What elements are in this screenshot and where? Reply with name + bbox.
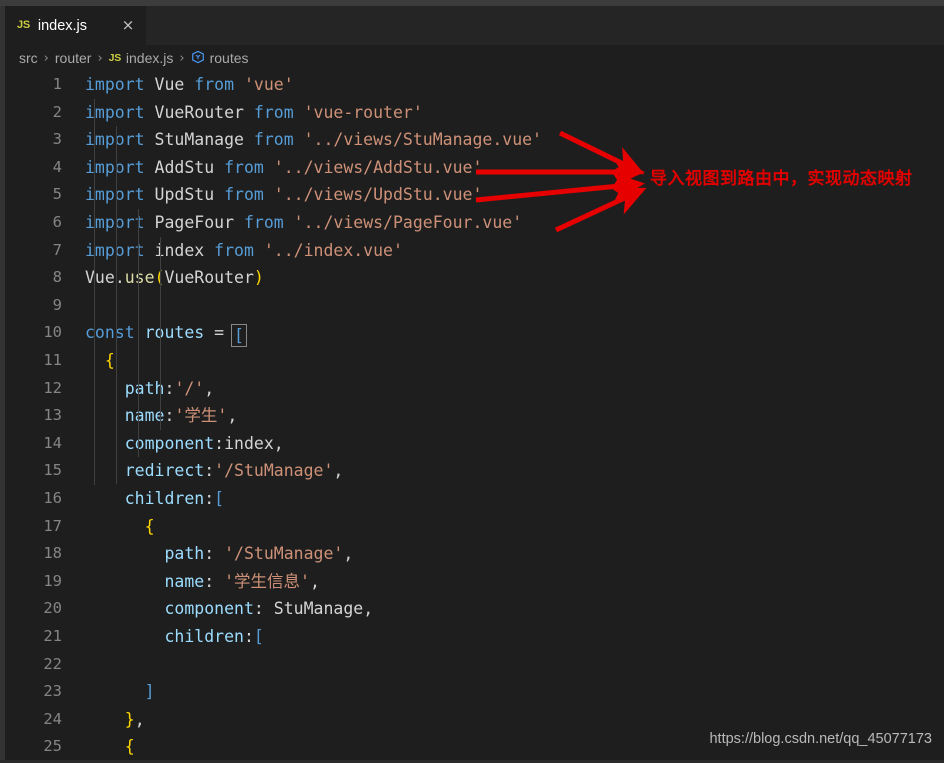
code-line[interactable]: 11 { xyxy=(5,347,944,375)
line-number: 11 xyxy=(43,351,62,369)
line-content: import index from '../index.vue' xyxy=(85,240,403,260)
line-content: import AddStu from '../views/AddStu.vue' xyxy=(85,157,483,177)
line-content: { xyxy=(104,351,115,370)
code-line[interactable]: 16 children:[ xyxy=(5,485,944,513)
code-line[interactable]: 12 path:'/', xyxy=(5,375,944,403)
line-content: path: '/StuManage', xyxy=(164,544,354,564)
js-file-icon: JS xyxy=(17,19,30,31)
code-line[interactable]: 24 }, xyxy=(5,706,944,734)
line-content: import UpdStu from '../views/UpdStu.vue' xyxy=(85,185,483,205)
line-number: 12 xyxy=(43,378,62,397)
code-line[interactable]: 6 import PageFour from '../views/PageFour… xyxy=(5,209,944,237)
line-number: 13 xyxy=(43,406,62,425)
line-number: 16 xyxy=(43,489,62,507)
line-content: import VueRouter from 'vue-router' xyxy=(85,102,423,122)
watermark: https://blog.csdn.net/qq_45077173 xyxy=(709,731,932,747)
annotation-text: 导入视图到路由中，实现动态映射 xyxy=(650,169,913,189)
code-line[interactable]: 7 import index from '../index.vue' xyxy=(5,237,944,265)
line-number: 5 xyxy=(52,185,62,204)
line-number: 22 xyxy=(43,654,62,673)
tab-label: index.js xyxy=(37,17,88,34)
breadcrumb-item-routes[interactable]: routes xyxy=(210,50,249,66)
line-number: 24 xyxy=(43,709,62,728)
code-line[interactable]: 20 component: StuManage, xyxy=(5,595,944,623)
line-number: 4 xyxy=(52,157,62,176)
line-content: path:'/', xyxy=(124,378,215,398)
line-number: 14 xyxy=(43,433,62,452)
line-content: }, xyxy=(124,709,145,729)
code-line[interactable]: 23 ] xyxy=(5,678,944,706)
line-number: 2 xyxy=(52,102,62,121)
code-line[interactable]: 22 xyxy=(5,651,944,679)
line-content: children:[ xyxy=(164,627,264,646)
code-line[interactable]: 15 redirect:'/StuManage', xyxy=(5,457,944,485)
line-content: name:'学生', xyxy=(124,406,238,426)
line-content: name: '学生信息', xyxy=(164,571,320,591)
breadcrumb-item-index-js[interactable]: index.js xyxy=(126,50,173,66)
line-content: { xyxy=(144,516,155,536)
line-number: 25 xyxy=(43,737,62,756)
line-number: 21 xyxy=(43,627,62,645)
code-line[interactable]: 3 import StuManage from '../views/StuMana… xyxy=(5,126,944,154)
code-line[interactable]: 17 { xyxy=(5,513,944,541)
line-number: 6 xyxy=(52,213,62,231)
indent-guide xyxy=(160,237,161,430)
line-number: 20 xyxy=(43,599,62,618)
line-number: 19 xyxy=(43,571,62,590)
line-content: const routes = [ xyxy=(85,319,247,348)
code-line[interactable]: 19 name: '学生信息', xyxy=(5,568,944,596)
line-number: 15 xyxy=(43,461,62,480)
line-content: ] xyxy=(144,682,155,702)
symbol-variable-icon xyxy=(191,50,205,66)
line-number: 7 xyxy=(52,240,62,259)
indent-guide xyxy=(138,209,139,457)
close-icon[interactable]: × xyxy=(120,18,136,33)
code-line[interactable]: 10 const routes = [ xyxy=(5,319,944,348)
code-line[interactable]: 21 children:[ xyxy=(5,623,944,651)
js-file-icon: JS xyxy=(108,52,122,64)
breadcrumb: src › router › JS index.js › routes xyxy=(5,45,944,71)
line-content: { xyxy=(124,737,135,757)
code-line[interactable]: 8 Vue.use(VueRouter) xyxy=(5,264,944,292)
line-number: 17 xyxy=(43,516,62,535)
line-content: import Vue from 'vue' xyxy=(85,75,294,94)
line-number: 8 xyxy=(52,268,62,287)
line-number: 23 xyxy=(43,682,62,701)
line-number: 3 xyxy=(52,130,62,149)
indent-guide xyxy=(94,98,95,485)
tab-index-js[interactable]: JS index.js × xyxy=(5,6,146,45)
code-line[interactable]: 18 path: '/StuManage', xyxy=(5,540,944,568)
line-content: Vue.use(VueRouter) xyxy=(85,268,264,288)
line-number: 9 xyxy=(52,295,62,314)
breadcrumb-item-router[interactable]: router xyxy=(55,50,92,66)
breadcrumb-item-src[interactable]: src xyxy=(19,50,38,66)
chevron-right-icon: › xyxy=(97,50,103,66)
line-content: component: StuManage, xyxy=(164,599,374,619)
code-line[interactable]: 13 name:'学生', xyxy=(5,402,944,430)
code-line[interactable]: 2 import VueRouter from 'vue-router' xyxy=(5,99,944,127)
line-content: component:index, xyxy=(124,433,284,453)
code-line[interactable]: 14 component:index, xyxy=(5,430,944,458)
line-number: 1 xyxy=(52,75,62,93)
code-line[interactable]: 1 import Vue from 'vue' xyxy=(5,71,944,99)
line-number: 10 xyxy=(43,323,62,342)
chevron-right-icon: › xyxy=(179,50,185,66)
chevron-right-icon: › xyxy=(43,50,49,66)
editor-tab-bar: JS index.js × xyxy=(5,6,944,45)
code-line[interactable]: 9 xyxy=(5,292,944,320)
indent-guide xyxy=(116,126,117,485)
line-content: redirect:'/StuManage', xyxy=(124,461,344,481)
line-content: import PageFour from '../views/PageFour.… xyxy=(85,213,523,232)
line-number: 18 xyxy=(43,544,62,563)
vscode-window: JS index.js × src › router › JS index.js… xyxy=(0,0,944,763)
line-content: children:[ xyxy=(124,489,225,508)
line-content: import StuManage from '../views/StuManag… xyxy=(85,130,542,150)
